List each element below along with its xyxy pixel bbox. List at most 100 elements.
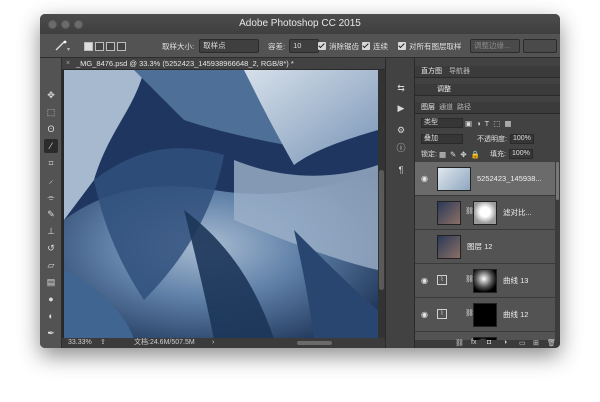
tolerance-input[interactable]: 10 xyxy=(289,39,320,53)
crop-tool-icon[interactable]: ⌗ xyxy=(44,156,58,170)
blend-mode-select[interactable]: 叠加 xyxy=(421,134,463,144)
tab-navigator[interactable]: 导航器 xyxy=(449,66,470,78)
collapsed-panel-dock: ⇆ ▶ ⚙ ⓘ ¶ xyxy=(385,58,415,348)
status-menu-icon[interactable]: › xyxy=(212,338,214,348)
eyedropper-tool-icon[interactable]: ⸝ xyxy=(44,173,58,187)
lock-transparency-icon[interactable]: ▦ xyxy=(439,150,446,159)
pen-tool-icon[interactable]: ✒ xyxy=(44,326,58,340)
layers-scrollbar[interactable] xyxy=(555,162,560,340)
contiguous-checkbox[interactable]: 连续 xyxy=(362,34,388,58)
layer-mask-thumbnail[interactable] xyxy=(473,269,497,293)
tab-layers[interactable]: 图层 xyxy=(421,102,435,114)
layer-name[interactable]: 5252423_145938... xyxy=(477,162,542,196)
layer-filter-kind[interactable]: 类型 xyxy=(421,118,463,128)
document-title: _MG_8476.psd @ 33.3% (5252423_1459389666… xyxy=(76,59,294,68)
layer-row[interactable]: ◉ ⌇ ⛓ 曲线 12 xyxy=(415,298,555,332)
tab-histogram[interactable]: 直方图 xyxy=(421,66,442,78)
gradient-tool-icon[interactable]: ▤ xyxy=(44,275,58,289)
tools-panel: ✥ ⬚ ʘ ⁄ ⌗ ⸝ ⌯ ✎ ⊥ ↺ ▱ ▤ ● ◐ ✒ xyxy=(40,58,62,348)
lock-position-icon[interactable]: ✥ xyxy=(460,150,466,159)
link-layers-icon[interactable]: ⛓ xyxy=(455,339,464,347)
lock-label: 锁定: xyxy=(421,151,437,158)
properties-panel-icon[interactable]: ⚙ xyxy=(395,124,407,136)
blur-tool-icon[interactable]: ● xyxy=(44,292,58,306)
curves-adjustment-icon: ⌇ xyxy=(437,309,447,319)
scroll-thumb[interactable] xyxy=(379,170,384,290)
layer-thumbnail xyxy=(437,201,461,225)
close-doc-icon[interactable]: × xyxy=(66,58,70,70)
lock-pixels-icon[interactable]: ✎ xyxy=(450,150,456,159)
new-selection-icon[interactable] xyxy=(84,41,93,51)
layer-mask-thumbnail[interactable] xyxy=(473,303,497,327)
subtract-selection-icon[interactable] xyxy=(106,41,115,51)
layer-row[interactable]: ◉ 5252423_145938... xyxy=(415,162,555,196)
horizontal-scroll-thumb[interactable] xyxy=(297,341,332,345)
opacity-input[interactable]: 100% xyxy=(509,134,534,144)
fill-input[interactable]: 100% xyxy=(508,149,533,159)
lock-all-icon[interactable]: 🔒 xyxy=(471,150,480,159)
clone-stamp-icon[interactable]: ⊥ xyxy=(44,224,58,238)
zoom-level[interactable]: 33.33% xyxy=(68,338,92,348)
antialias-check-icon xyxy=(318,42,326,50)
document-tab[interactable]: × _MG_8476.psd @ 33.3% (5252423_14593896… xyxy=(62,58,385,70)
new-adjustment-icon[interactable]: ◑ xyxy=(503,339,507,346)
layer-name[interactable]: 滤对比... xyxy=(503,196,532,230)
magic-wand-tool-icon[interactable]: ⁄ xyxy=(44,139,58,153)
add-selection-icon[interactable] xyxy=(95,41,104,51)
filter-adjustment-icon[interactable]: ◑ xyxy=(476,119,481,128)
refine-edge-button[interactable]: 调整边缘... xyxy=(470,39,520,53)
filter-type-icon[interactable]: T xyxy=(485,119,490,128)
tab-paths[interactable]: 路径 xyxy=(457,102,471,114)
tab-adjustments[interactable]: 调整 xyxy=(437,84,451,96)
filter-shape-icon[interactable]: ⬚ xyxy=(493,119,500,128)
sample-size-select[interactable]: 取样点 xyxy=(199,39,260,53)
antialias-checkbox[interactable]: 消除锯齿 xyxy=(318,34,359,58)
all-layers-label: 对所有图层取样 xyxy=(409,41,462,51)
dodge-tool-icon[interactable]: ◐ xyxy=(44,309,58,323)
layer-name[interactable]: 曲线 13 xyxy=(503,264,528,298)
workspace-select[interactable] xyxy=(523,39,557,53)
delete-layer-icon[interactable]: 🗑 xyxy=(547,339,556,347)
layer-mask-thumbnail[interactable] xyxy=(473,201,497,225)
new-group-icon[interactable]: ▭ xyxy=(519,339,526,347)
filter-smart-icon[interactable]: ▦ xyxy=(504,119,511,128)
layer-row[interactable]: 图层 12 xyxy=(415,230,555,264)
brush-tool-icon[interactable]: ✎ xyxy=(44,207,58,221)
right-panels: 直方图 导航器 调整 图层 通道 路径 类型 ▣ ◑ T ⬚ ▦ 叠加 不透明度… xyxy=(415,58,560,348)
canvas-area[interactable] xyxy=(62,70,385,348)
filter-pixel-icon[interactable]: ▣ xyxy=(465,119,472,128)
info-panel-icon[interactable]: ⓘ xyxy=(395,142,407,154)
intersect-selection-icon[interactable] xyxy=(117,41,126,51)
fill-label: 填充: xyxy=(489,151,506,158)
document-image xyxy=(64,70,378,339)
antialias-label: 消除锯齿 xyxy=(329,41,359,51)
layer-name[interactable]: 曲线 12 xyxy=(503,298,528,332)
marquee-tool-icon[interactable]: ⬚ xyxy=(44,105,58,119)
histogram-navigator-tabs: 直方图 导航器 xyxy=(415,66,560,78)
tab-channels[interactable]: 通道 xyxy=(439,102,453,114)
visibility-eye-icon[interactable]: ◉ xyxy=(421,310,428,319)
layer-row[interactable]: ◉ ⌇ ⛓ 曲线 13 xyxy=(415,264,555,298)
healing-brush-icon[interactable]: ⌯ xyxy=(44,190,58,204)
eraser-tool-icon[interactable]: ▱ xyxy=(44,258,58,272)
layer-row[interactable]: ⛓ 滤对比... xyxy=(415,196,555,230)
visibility-eye-icon[interactable]: ◉ xyxy=(421,174,428,183)
visibility-eye-icon[interactable]: ◉ xyxy=(421,276,428,285)
paragraph-panel-icon[interactable]: ¶ xyxy=(395,164,407,176)
layer-name[interactable]: 图层 12 xyxy=(467,230,492,264)
layers-tabs: 图层 通道 路径 xyxy=(415,102,560,114)
history-brush-icon[interactable]: ↺ xyxy=(44,241,58,255)
move-tool-icon[interactable]: ✥ xyxy=(44,88,58,102)
magic-wand-preset-picker[interactable]: ▾ xyxy=(54,34,72,58)
share-icon[interactable]: ⇪ xyxy=(100,338,106,348)
window-title: Adobe Photoshop CC 2015 xyxy=(239,18,361,29)
all-layers-checkbox[interactable]: 对所有图层取样 xyxy=(398,34,462,58)
new-layer-icon[interactable]: ⊞ xyxy=(533,339,539,347)
layers-scroll-thumb[interactable] xyxy=(556,162,559,200)
lasso-tool-icon[interactable]: ʘ xyxy=(44,122,58,136)
add-mask-icon[interactable]: ◘ xyxy=(487,339,491,346)
layer-style-icon[interactable]: fx xyxy=(471,339,476,346)
actions-panel-icon[interactable]: ▶ xyxy=(395,102,407,114)
canvas-vertical-scrollbar[interactable] xyxy=(378,70,385,338)
history-panel-icon[interactable]: ⇆ xyxy=(395,82,407,94)
